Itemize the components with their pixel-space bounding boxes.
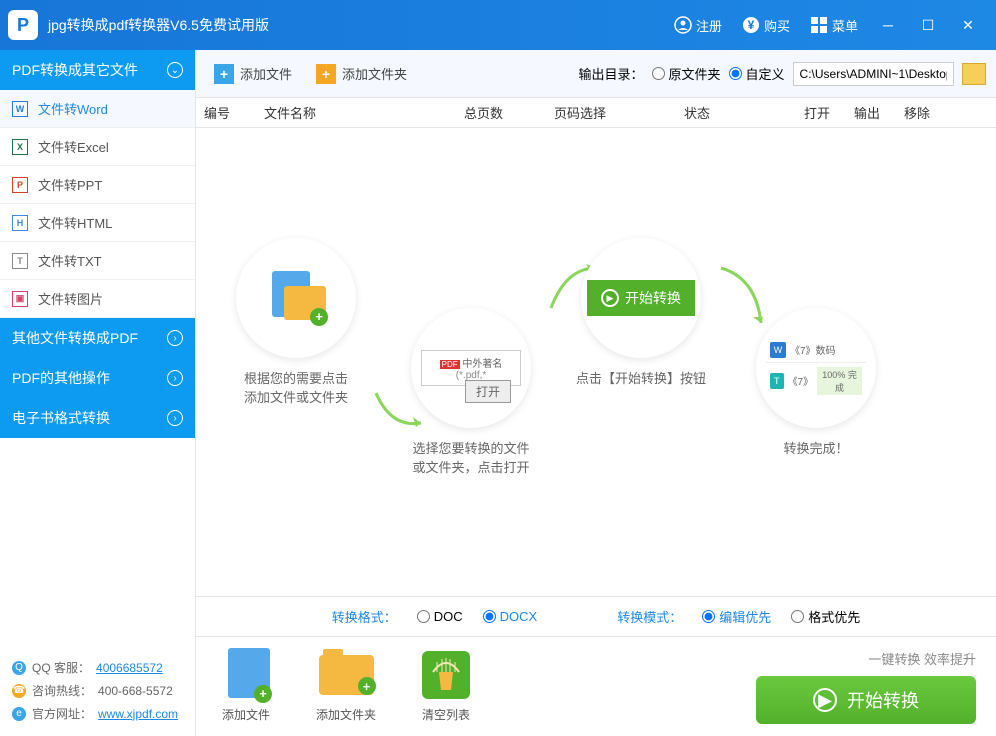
chevron-right-icon: › [167, 330, 183, 346]
radio-edit-priority[interactable]: 编辑优先 [702, 607, 771, 626]
ppt-icon: P [12, 177, 28, 193]
browse-folder-button[interactable] [962, 63, 986, 85]
grid-icon [810, 16, 828, 34]
txt-icon: T [12, 253, 28, 269]
add-folder-button[interactable]: +添加文件夹 [308, 60, 415, 88]
step4-illustration: W《7》数码 T《7》100% 完成 [756, 308, 876, 428]
step2-illustration: PDF 中外著名(*.pdf,* 打开 [411, 308, 531, 428]
mode-label: 转换模式： [617, 607, 682, 626]
buy-button[interactable]: ¥购买 [732, 0, 800, 50]
radio-format-priority[interactable]: 格式优先 [791, 607, 860, 626]
minimize-button[interactable]: ─ [868, 0, 908, 50]
table-headers: 编号 文件名称 总页数 页码选择 状态 打开 输出 移除 [196, 98, 996, 128]
add-folder-big-button[interactable]: + 添加文件夹 [316, 650, 376, 723]
sidebar-item-word[interactable]: W文件转Word [0, 90, 195, 128]
category-pdf-to-other[interactable]: PDF转换成其它文件⌄ [0, 50, 195, 90]
play-icon: ▶ [813, 688, 837, 712]
register-button[interactable]: 注册 [664, 0, 732, 50]
format-label: 转换格式： [332, 607, 397, 626]
sidebar-item-excel[interactable]: X文件转Excel [0, 128, 195, 166]
bottom-bar: + 添加文件 + 添加文件夹 清空列表 一键转换 效率提升 ▶ 开始转换 [196, 636, 996, 736]
radio-doc[interactable]: DOC [417, 609, 463, 624]
sidebar-item-ppt[interactable]: P文件转PPT [0, 166, 195, 204]
sidebar-item-image[interactable]: ▣文件转图片 [0, 280, 195, 318]
category-other-to-pdf[interactable]: 其他文件转换成PDF› [0, 318, 195, 358]
output-path-input[interactable] [793, 62, 954, 86]
qq-icon: Q [12, 661, 26, 675]
category-ebook[interactable]: 电子书格式转换› [0, 398, 195, 438]
add-file-button[interactable]: +添加文件 [206, 60, 300, 88]
plus-icon: + [316, 64, 336, 84]
guide-area: + 根据您的需要点击 添加文件或文件夹 PDF 中外著名(*.pdf,* 打开 … [196, 128, 996, 596]
phone-icon: ☎ [12, 684, 26, 698]
add-file-big-button[interactable]: + 添加文件 [216, 650, 276, 723]
contact-info: QQQ 客服：4006685572 ☎咨询热线：400-668-5572 e官方… [0, 651, 195, 736]
app-logo-icon: P [8, 10, 38, 40]
step1-illustration: + [236, 238, 356, 358]
site-link[interactable]: www.xjpdf.com [98, 707, 178, 721]
radio-original-folder[interactable]: 原文件夹 [652, 64, 721, 83]
close-button[interactable]: ✕ [948, 0, 988, 50]
plus-icon: + [214, 64, 234, 84]
clear-list-button[interactable]: 清空列表 [416, 650, 476, 723]
category-pdf-operations[interactable]: PDF的其他操作› [0, 358, 195, 398]
word-icon: W [12, 101, 28, 117]
menu-button[interactable]: 菜单 [800, 0, 868, 50]
format-bar: 转换格式： DOC DOCX 转换模式： 编辑优先 格式优先 [196, 596, 996, 636]
titlebar: P jpg转换成pdf转换器V6.5免费试用版 注册 ¥购买 菜单 ─ ☐ ✕ [0, 0, 996, 50]
html-icon: H [12, 215, 28, 231]
output-label: 输出目录： [579, 64, 644, 83]
globe-icon: e [12, 707, 26, 721]
svg-text:¥: ¥ [748, 18, 755, 32]
radio-custom[interactable]: 自定义 [729, 64, 785, 83]
slogan: 一键转换 效率提升 [756, 649, 976, 668]
yen-icon: ¥ [742, 16, 760, 34]
sidebar: PDF转换成其它文件⌄ W文件转Word X文件转Excel P文件转PPT H… [0, 50, 195, 736]
user-icon [674, 16, 692, 34]
sidebar-item-txt[interactable]: T文件转TXT [0, 242, 195, 280]
app-title: jpg转换成pdf转换器V6.5免费试用版 [48, 15, 664, 35]
sidebar-item-html[interactable]: H文件转HTML [0, 204, 195, 242]
chevron-down-icon: ⌄ [167, 62, 183, 78]
step3-illustration: ▶开始转换 [581, 238, 701, 358]
chevron-right-icon: › [167, 410, 183, 426]
chevron-right-icon: › [167, 370, 183, 386]
maximize-button[interactable]: ☐ [908, 0, 948, 50]
toolbar: +添加文件 +添加文件夹 输出目录： 原文件夹 自定义 [196, 50, 996, 98]
excel-icon: X [12, 139, 28, 155]
radio-docx[interactable]: DOCX [483, 609, 538, 624]
qq-link[interactable]: 4006685572 [96, 661, 163, 675]
start-convert-button[interactable]: ▶ 开始转换 [756, 676, 976, 724]
image-icon: ▣ [12, 291, 28, 307]
